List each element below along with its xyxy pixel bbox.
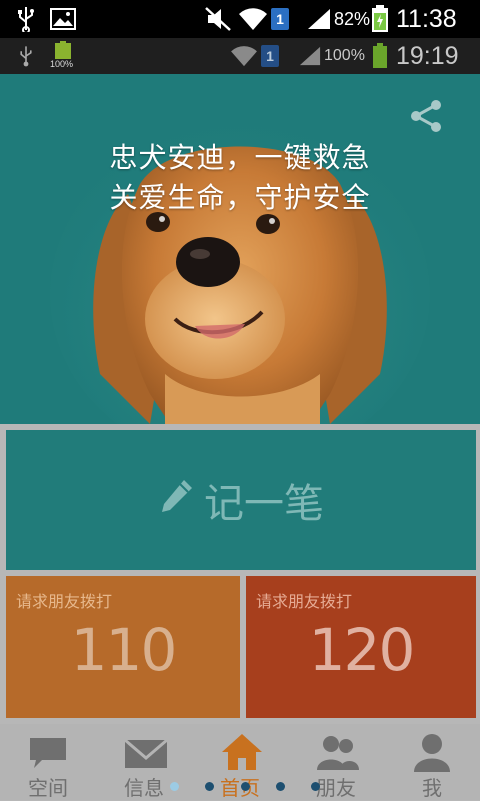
hero-banner: 忠犬安迪，一键救急 关爱生命，守护安全 xyxy=(0,74,480,424)
signal-icon xyxy=(298,38,322,74)
mail-icon xyxy=(124,732,168,772)
page-dot xyxy=(311,781,320,791)
sim-indicator: 1 xyxy=(261,38,279,74)
nav-label: 我 xyxy=(422,776,442,800)
note-tile[interactable]: 记一笔 xyxy=(6,430,476,570)
battery-percent: 82% xyxy=(334,8,371,29)
share-icon[interactable] xyxy=(408,98,444,134)
sim-indicator: 1 xyxy=(271,0,289,38)
page-dot xyxy=(205,781,215,791)
battery-badge-text: 100% xyxy=(50,59,74,69)
status-bar-secondary: 100% 1 100% 19:19 xyxy=(0,38,480,74)
call-number: 110 xyxy=(70,616,178,684)
sim-badge: 1 xyxy=(261,45,279,67)
battery-percent: 100% xyxy=(324,47,365,64)
mute-icon xyxy=(204,0,232,38)
note-label: 记一笔 xyxy=(204,481,324,527)
battery-full-icon: 100% xyxy=(50,38,76,74)
hero-slogan-line1: 忠犬安迪，一键救急 xyxy=(109,141,371,174)
hero-slogan-line2: 关爱生命，守护安全 xyxy=(109,181,371,214)
call-caption: 请求朋友拨打 xyxy=(256,592,353,611)
wifi-icon xyxy=(238,0,268,38)
chat-icon xyxy=(28,732,68,772)
call-120-tile[interactable]: 请求朋友拨打 120 xyxy=(246,576,476,718)
clock: 11:38 xyxy=(396,4,457,33)
page-dot xyxy=(170,781,179,791)
page-dot xyxy=(240,781,250,791)
call-caption: 请求朋友拨打 xyxy=(16,592,113,611)
battery-charging-icon xyxy=(371,0,389,38)
person-icon xyxy=(412,732,452,772)
battery-icon xyxy=(372,38,388,74)
nav-item-space[interactable]: 空间 xyxy=(0,724,96,800)
clock: 19:19 xyxy=(396,41,459,70)
wifi-icon xyxy=(230,38,258,74)
sim-badge: 1 xyxy=(271,8,289,30)
call-110-tile[interactable]: 请求朋友拨打 110 xyxy=(6,576,240,718)
nav-label: 空间 xyxy=(28,776,68,800)
status-bar-primary: 1 82% 11:38 xyxy=(0,0,480,38)
pencil-icon xyxy=(158,478,194,522)
call-number: 120 xyxy=(308,616,416,684)
friends-icon xyxy=(316,732,359,772)
nav-item-me[interactable]: 我 xyxy=(384,724,480,800)
usb-icon xyxy=(16,0,36,38)
signal-icon xyxy=(306,0,332,38)
usb-icon xyxy=(18,38,34,74)
image-notification-icon xyxy=(50,0,76,38)
page-dot xyxy=(275,781,285,791)
home-icon xyxy=(220,732,262,772)
page-indicator xyxy=(170,780,320,792)
